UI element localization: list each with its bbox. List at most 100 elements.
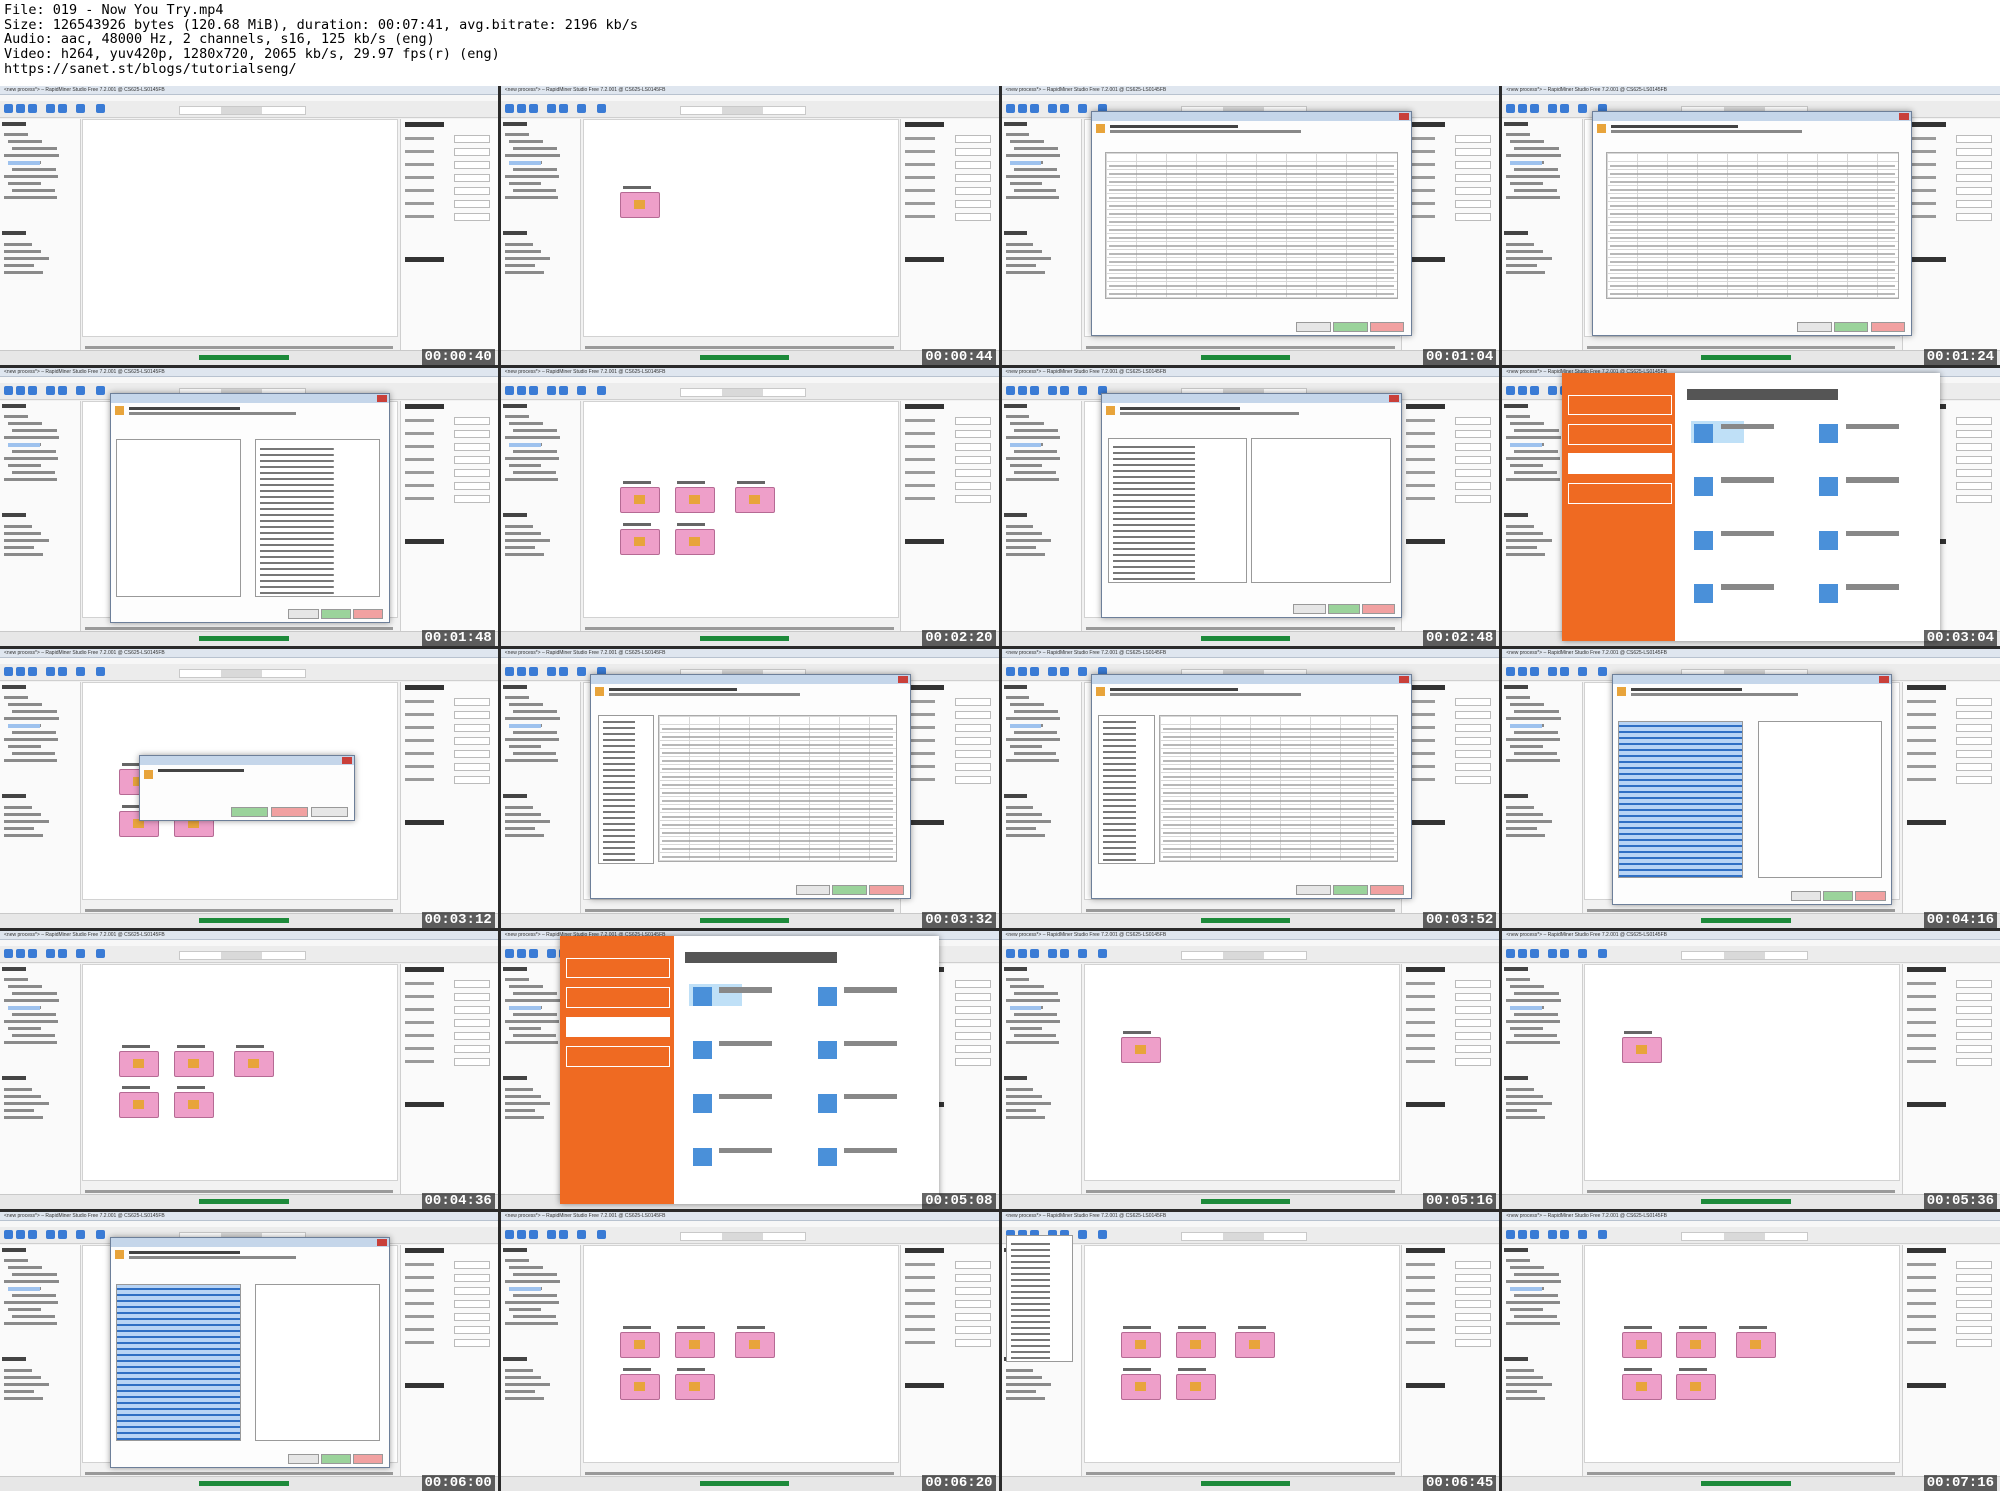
close-icon[interactable] xyxy=(1899,113,1910,121)
tree-item[interactable] xyxy=(512,449,557,453)
toolbar-icon[interactable] xyxy=(1077,1230,1087,1240)
repository-item[interactable] xyxy=(1005,1101,1051,1105)
view-tabs[interactable] xyxy=(679,1232,807,1242)
parameter-field[interactable] xyxy=(453,763,490,772)
parameter-field[interactable] xyxy=(1455,698,1492,707)
parameter-field[interactable] xyxy=(453,737,490,746)
toolbar-icon[interactable] xyxy=(4,1230,13,1240)
tree-item[interactable] xyxy=(508,745,542,749)
start-menu-item[interactable] xyxy=(566,957,671,979)
tree-item-selected[interactable] xyxy=(1009,1005,1042,1010)
toolbar-icon[interactable] xyxy=(1097,948,1107,958)
activate-wisdom-button[interactable] xyxy=(199,1481,289,1486)
process-operator[interactable] xyxy=(734,1332,775,1359)
toolbar-icon[interactable] xyxy=(16,948,25,958)
design-tab[interactable] xyxy=(1723,1233,1765,1241)
tree-item[interactable] xyxy=(1506,175,1561,178)
toolbar-icon[interactable] xyxy=(1017,948,1027,958)
repository-item[interactable] xyxy=(1005,827,1036,831)
repository-item[interactable] xyxy=(4,1383,50,1387)
tree-item[interactable] xyxy=(12,1315,55,1319)
activate-wisdom-button[interactable] xyxy=(699,917,790,923)
process-operator[interactable] xyxy=(674,529,715,556)
tree-item[interactable] xyxy=(1013,449,1058,453)
tree-item[interactable] xyxy=(1514,147,1559,150)
tree-item[interactable] xyxy=(1510,1308,1543,1312)
parameter-field[interactable] xyxy=(453,161,490,169)
toolbar-icon[interactable] xyxy=(28,1230,37,1240)
parameter-field[interactable] xyxy=(1455,1274,1492,1283)
repository-item[interactable] xyxy=(504,1094,542,1098)
tree-item[interactable] xyxy=(512,189,556,192)
toolbar-icon[interactable] xyxy=(46,667,55,677)
target-role-column[interactable] xyxy=(1251,438,1391,583)
parameter-field[interactable] xyxy=(1455,1005,1492,1014)
toolbar-icon[interactable] xyxy=(1518,385,1528,395)
toolbar-icon[interactable] xyxy=(1029,667,1039,677)
parameter-field[interactable] xyxy=(1455,1018,1492,1027)
parameter-field[interactable] xyxy=(954,416,991,425)
repository-item[interactable] xyxy=(1506,538,1552,542)
tree-item[interactable] xyxy=(8,984,43,988)
toolbar-icon[interactable] xyxy=(1548,104,1558,113)
tree-item[interactable] xyxy=(512,470,556,474)
tree-item-selected[interactable] xyxy=(1510,1287,1543,1292)
parameter-field[interactable] xyxy=(954,1044,991,1053)
file-browser[interactable] xyxy=(1158,715,1398,863)
toolbar-icon[interactable] xyxy=(1077,385,1087,395)
tree-item[interactable] xyxy=(1510,745,1543,749)
tree-item-selected[interactable] xyxy=(508,724,541,729)
repository-item[interactable] xyxy=(4,834,44,838)
tree-item[interactable] xyxy=(1510,463,1543,467)
toolbar-icon[interactable] xyxy=(528,1230,538,1240)
tree-item[interactable] xyxy=(512,710,558,714)
tree-item[interactable] xyxy=(1005,717,1061,721)
parameter-field[interactable] xyxy=(954,992,991,1001)
repository-item[interactable] xyxy=(1005,545,1036,549)
parameter-field[interactable] xyxy=(1956,1044,1992,1053)
parameter-field[interactable] xyxy=(453,724,490,733)
tree-item[interactable] xyxy=(1514,189,1558,192)
toolbar-icon[interactable] xyxy=(1077,667,1087,677)
tree-item[interactable] xyxy=(1514,752,1558,756)
repository-item[interactable] xyxy=(4,806,32,810)
dialog-button[interactable] xyxy=(320,609,352,620)
activate-wisdom-button[interactable] xyxy=(1701,1199,1791,1205)
tree-item[interactable] xyxy=(1506,1301,1561,1305)
activate-wisdom-button[interactable] xyxy=(199,636,289,642)
tree-item[interactable] xyxy=(12,752,55,756)
parameter-field[interactable] xyxy=(954,737,991,746)
repository-item[interactable] xyxy=(504,538,551,542)
repository-item[interactable] xyxy=(1005,1369,1034,1373)
repository-item[interactable] xyxy=(504,813,542,817)
tree-item[interactable] xyxy=(4,175,59,178)
tree-item[interactable] xyxy=(1013,731,1058,735)
activate-wisdom-button[interactable] xyxy=(1701,1481,1791,1486)
toolbar-icon[interactable] xyxy=(1047,948,1057,958)
tree-item[interactable] xyxy=(1005,175,1060,178)
tree-item[interactable] xyxy=(1009,140,1044,143)
tree-item[interactable] xyxy=(12,1012,56,1016)
repository-item[interactable] xyxy=(1506,1390,1537,1394)
parameter-field[interactable] xyxy=(453,1313,490,1322)
toolbar-icon[interactable] xyxy=(46,385,55,395)
repository-item[interactable] xyxy=(1506,1115,1546,1119)
view-tabs[interactable] xyxy=(1681,950,1808,960)
repository-item[interactable] xyxy=(1506,524,1535,528)
tree-item[interactable] xyxy=(4,1280,59,1284)
parameter-field[interactable] xyxy=(954,187,991,195)
close-icon[interactable] xyxy=(377,1239,388,1247)
parameter-field[interactable] xyxy=(453,1326,490,1335)
attribute-name-column[interactable] xyxy=(1108,438,1248,583)
close-icon[interactable] xyxy=(1879,676,1890,684)
tree-item[interactable] xyxy=(504,154,560,157)
dialog-button[interactable] xyxy=(869,885,904,896)
toolbar-icon[interactable] xyxy=(504,104,514,113)
activate-wisdom-button[interactable] xyxy=(1200,1481,1291,1486)
parameter-field[interactable] xyxy=(1455,468,1492,477)
repository-item[interactable] xyxy=(1506,834,1546,838)
tree-item[interactable] xyxy=(8,1026,41,1030)
parameter-field[interactable] xyxy=(954,481,991,490)
toolbar-icon[interactable] xyxy=(1548,1230,1558,1240)
parameter-field[interactable] xyxy=(453,711,490,720)
